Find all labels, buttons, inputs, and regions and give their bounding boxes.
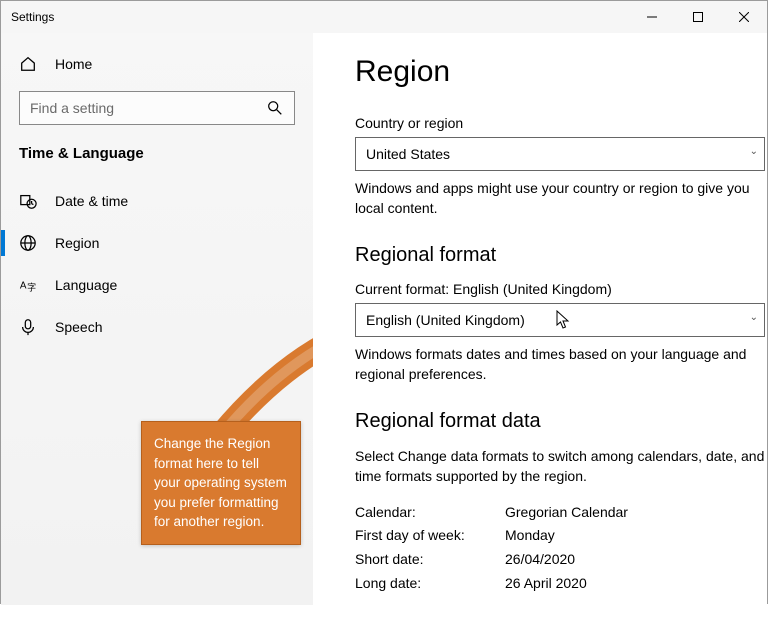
row-key: Short date: xyxy=(355,548,505,572)
svg-text:A: A xyxy=(20,281,27,292)
microphone-icon xyxy=(19,318,37,336)
format-value: English (United Kingdom) xyxy=(366,312,525,328)
country-label: Country or region xyxy=(355,115,767,131)
row-key: First day of week: xyxy=(355,524,505,548)
search-placeholder: Find a setting xyxy=(30,100,266,116)
nav-label: Speech xyxy=(55,319,102,335)
current-format-label: Current format: English (United Kingdom) xyxy=(355,281,767,297)
maximize-button[interactable] xyxy=(675,1,721,33)
data-row-shortdate: Short date: 26/04/2020 xyxy=(355,548,767,572)
format-hint: Windows formats dates and times based on… xyxy=(355,345,765,384)
home-nav[interactable]: Home xyxy=(1,45,313,83)
nav-region[interactable]: Region xyxy=(1,222,313,264)
data-row-calendar: Calendar: Gregorian Calendar xyxy=(355,501,767,525)
nav-language[interactable]: A字 Language xyxy=(1,264,313,306)
row-value: Gregorian Calendar xyxy=(505,501,628,525)
nav-speech[interactable]: Speech xyxy=(1,306,313,348)
window-controls xyxy=(629,1,767,33)
data-row-longdate: Long date: 26 April 2020 xyxy=(355,572,767,596)
minimize-button[interactable] xyxy=(629,1,675,33)
nav-label: Region xyxy=(55,235,99,251)
data-row-firstday: First day of week: Monday xyxy=(355,524,767,548)
format-heading: Regional format xyxy=(355,244,767,267)
home-icon xyxy=(19,55,37,73)
clock-calendar-icon xyxy=(19,192,37,210)
row-value: Monday xyxy=(505,524,555,548)
row-key: Long date: xyxy=(355,572,505,596)
country-value: United States xyxy=(366,146,450,162)
home-label: Home xyxy=(55,56,92,72)
main-content: Region Country or region United States ⌄… xyxy=(313,33,767,605)
section-title: Time & Language xyxy=(1,139,313,180)
globe-icon xyxy=(19,234,37,252)
data-heading: Regional format data xyxy=(355,410,767,433)
country-dropdown[interactable]: United States ⌄ xyxy=(355,137,765,171)
search-icon xyxy=(266,99,284,117)
close-button[interactable] xyxy=(721,1,767,33)
row-value: 26 April 2020 xyxy=(505,572,587,596)
sidebar: Home Find a setting Time & Language Date… xyxy=(1,33,313,605)
chevron-down-icon: ⌄ xyxy=(750,146,758,157)
row-value: 26/04/2020 xyxy=(505,548,575,572)
titlebar: Settings xyxy=(1,1,767,33)
svg-text:字: 字 xyxy=(27,281,36,292)
window-title: Settings xyxy=(11,10,54,24)
page-title: Region xyxy=(355,55,767,89)
cursor-icon xyxy=(556,310,572,330)
country-hint: Windows and apps might use your country … xyxy=(355,179,765,218)
nav-label: Language xyxy=(55,277,117,293)
format-dropdown[interactable]: English (United Kingdom) ⌄ xyxy=(355,303,765,337)
data-hint: Select Change data formats to switch amo… xyxy=(355,447,765,486)
search-input[interactable]: Find a setting xyxy=(19,91,295,125)
nav-label: Date & time xyxy=(55,193,128,209)
callout-text: Change the Region format here to tell yo… xyxy=(154,436,287,529)
language-icon: A字 xyxy=(19,276,37,294)
row-key: Calendar: xyxy=(355,501,505,525)
nav-date-time[interactable]: Date & time xyxy=(1,180,313,222)
chevron-down-icon: ⌄ xyxy=(750,312,758,323)
annotation-callout: Change the Region format here to tell yo… xyxy=(141,421,301,545)
